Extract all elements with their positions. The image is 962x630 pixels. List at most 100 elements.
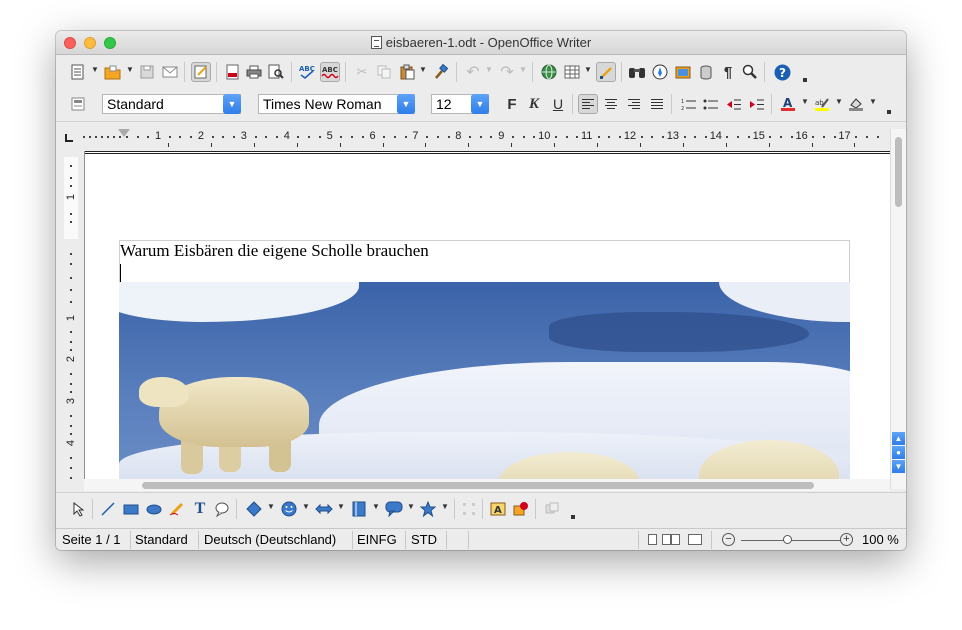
numbering-icon[interactable]: 12 xyxy=(679,94,699,114)
spellcheck-icon[interactable]: ABC xyxy=(297,62,317,82)
find-icon[interactable] xyxy=(627,62,647,82)
align-right-icon[interactable] xyxy=(624,94,644,114)
save-icon[interactable] xyxy=(137,62,157,82)
symbol-shapes-icon[interactable] xyxy=(279,499,299,519)
font-color-icon[interactable]: A xyxy=(778,94,798,114)
navigator-icon[interactable] xyxy=(650,62,670,82)
align-center-icon[interactable] xyxy=(601,94,621,114)
horizontal-ruler[interactable]: 1 2 3 4 5 6 7 8 9 10 11 12 13 14 15 16 17 xyxy=(80,127,892,147)
symbol-shapes-dropdown-icon[interactable]: ▼ xyxy=(302,502,310,511)
print-icon[interactable] xyxy=(244,62,264,82)
undo-icon[interactable]: ↶ xyxy=(463,62,483,82)
toolbar-overflow-icon[interactable] xyxy=(886,98,891,114)
font-size-combo[interactable]: 12 ▼ xyxy=(431,94,489,114)
zoom-in-icon[interactable]: + xyxy=(840,533,853,546)
underline-button[interactable]: U xyxy=(548,94,568,114)
new-doc-icon[interactable] xyxy=(68,62,88,82)
flowchart-dropdown-icon[interactable]: ▼ xyxy=(372,502,380,511)
tab-stop-selector-icon[interactable] xyxy=(65,134,73,142)
multi-page-view-icon[interactable] xyxy=(662,534,671,545)
open-icon[interactable] xyxy=(103,62,123,82)
align-left-icon[interactable] xyxy=(578,94,598,114)
polar-bear-photo[interactable] xyxy=(119,282,850,489)
ellipse-icon[interactable] xyxy=(144,499,164,519)
decrease-indent-icon[interactable] xyxy=(724,94,744,114)
help-icon[interactable]: ? xyxy=(772,62,792,82)
italic-button[interactable]: K xyxy=(524,94,544,114)
navigation-icon[interactable]: ● xyxy=(892,446,905,459)
line-icon[interactable] xyxy=(98,499,118,519)
insert-mode-indicator[interactable]: EINFG xyxy=(357,532,397,547)
text-icon[interactable]: T xyxy=(190,499,210,519)
pdf-export-icon[interactable] xyxy=(222,62,242,82)
chevron-down-icon[interactable]: ▼ xyxy=(223,94,241,114)
block-arrows-icon[interactable] xyxy=(314,499,334,519)
paragraph-style-combo[interactable]: Standard ▼ xyxy=(102,94,241,114)
horizontal-scroll-thumb[interactable] xyxy=(142,482,814,489)
justify-icon[interactable] xyxy=(647,94,667,114)
background-color-dropdown-icon[interactable]: ▼ xyxy=(869,97,877,106)
bullets-icon[interactable] xyxy=(701,94,721,114)
basic-shapes-icon[interactable] xyxy=(244,499,264,519)
zoom-out-icon[interactable]: − xyxy=(722,533,735,546)
basic-shapes-dropdown-icon[interactable]: ▼ xyxy=(267,502,275,511)
table-dropdown-icon[interactable]: ▼ xyxy=(584,65,592,74)
chevron-down-icon[interactable]: ▼ xyxy=(471,94,489,114)
highlight-dropdown-icon[interactable]: ▼ xyxy=(835,97,843,106)
select-icon[interactable] xyxy=(68,499,88,519)
copy-icon[interactable] xyxy=(374,62,394,82)
points-icon[interactable] xyxy=(459,499,479,519)
email-icon[interactable] xyxy=(160,62,180,82)
formatting-marks-icon[interactable]: ¶ xyxy=(718,62,738,82)
single-page-view-icon[interactable] xyxy=(648,534,657,545)
block-arrows-dropdown-icon[interactable]: ▼ xyxy=(337,502,345,511)
page-indicator[interactable]: Seite 1 / 1 xyxy=(62,532,121,547)
from-file-icon[interactable] xyxy=(511,499,531,519)
paste-icon[interactable] xyxy=(397,62,417,82)
toolbar-overflow-icon[interactable] xyxy=(802,66,807,82)
toolbar-overflow-icon[interactable] xyxy=(570,503,575,519)
redo-dropdown-icon[interactable]: ▼ xyxy=(519,65,527,74)
next-page-icon[interactable]: ▼ xyxy=(892,460,905,473)
edit-mode-icon[interactable] xyxy=(191,62,211,82)
selection-mode-indicator[interactable]: STD xyxy=(411,532,437,547)
freeform-icon[interactable] xyxy=(167,499,187,519)
background-color-icon[interactable] xyxy=(846,94,866,114)
show-draw-icon[interactable] xyxy=(596,62,616,82)
zoom-level[interactable]: 100 % xyxy=(862,532,899,547)
callouts-dropdown-icon[interactable]: ▼ xyxy=(407,502,415,511)
horizontal-scrollbar[interactable] xyxy=(84,479,890,491)
vertical-scrollbar[interactable]: ▲ ● ▼ xyxy=(890,129,906,489)
bold-button[interactable]: F xyxy=(502,94,522,114)
open-dropdown-icon[interactable]: ▼ xyxy=(126,65,134,74)
page-style-indicator[interactable]: Standard xyxy=(135,532,188,547)
highlight-icon[interactable]: ab xyxy=(812,94,832,114)
callout-icon[interactable] xyxy=(212,499,232,519)
book-view-icon[interactable] xyxy=(688,534,702,545)
undo-dropdown-icon[interactable]: ▼ xyxy=(485,65,493,74)
rectangle-icon[interactable] xyxy=(121,499,141,519)
cut-icon[interactable]: ✂ xyxy=(352,62,372,82)
clone-format-icon[interactable] xyxy=(431,62,451,82)
language-indicator[interactable]: Deutsch (Deutschland) xyxy=(204,532,336,547)
font-color-dropdown-icon[interactable]: ▼ xyxy=(801,97,809,106)
autospellcheck-icon[interactable]: ABC xyxy=(320,62,340,82)
zoom-slider-knob[interactable] xyxy=(783,535,792,544)
vertical-ruler[interactable]: 1 1 2 3 4 xyxy=(61,151,81,489)
vertical-scroll-thumb[interactable] xyxy=(895,137,902,207)
zoom-icon[interactable] xyxy=(740,62,760,82)
callouts-icon[interactable] xyxy=(384,499,404,519)
document-proxy-icon[interactable] xyxy=(370,36,382,49)
flowchart-icon[interactable] xyxy=(349,499,369,519)
stars-icon[interactable] xyxy=(418,499,438,519)
table-icon[interactable] xyxy=(562,62,582,82)
gallery-icon[interactable] xyxy=(673,62,693,82)
fontwork-icon[interactable]: A xyxy=(488,499,508,519)
new-doc-dropdown-icon[interactable]: ▼ xyxy=(91,65,99,74)
chevron-down-icon[interactable]: ▼ xyxy=(397,94,415,114)
increase-indent-icon[interactable] xyxy=(747,94,767,114)
datasources-icon[interactable] xyxy=(696,62,716,82)
redo-icon[interactable]: ↷ xyxy=(497,62,517,82)
previous-page-icon[interactable]: ▲ xyxy=(892,432,905,445)
print-preview-icon[interactable] xyxy=(266,62,286,82)
